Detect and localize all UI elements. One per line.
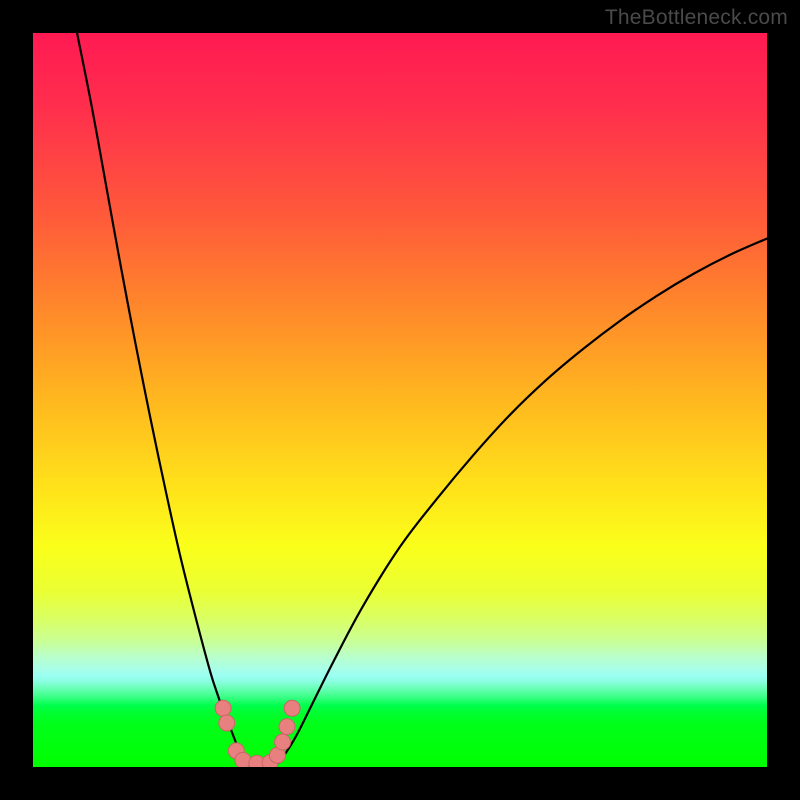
valley-dot	[275, 734, 291, 750]
chart-frame: TheBottleneck.com	[0, 0, 800, 800]
valley-dot	[279, 719, 295, 735]
valley-dot	[284, 700, 300, 716]
curve-layer	[33, 33, 767, 767]
bottleneck-curve-right	[279, 239, 767, 763]
valley-dot	[215, 700, 231, 716]
watermark-text: TheBottleneck.com	[605, 6, 788, 30]
valley-dots	[215, 700, 300, 767]
plot-area	[33, 33, 767, 767]
bottleneck-curve-left	[77, 33, 246, 763]
valley-dot	[219, 715, 235, 731]
